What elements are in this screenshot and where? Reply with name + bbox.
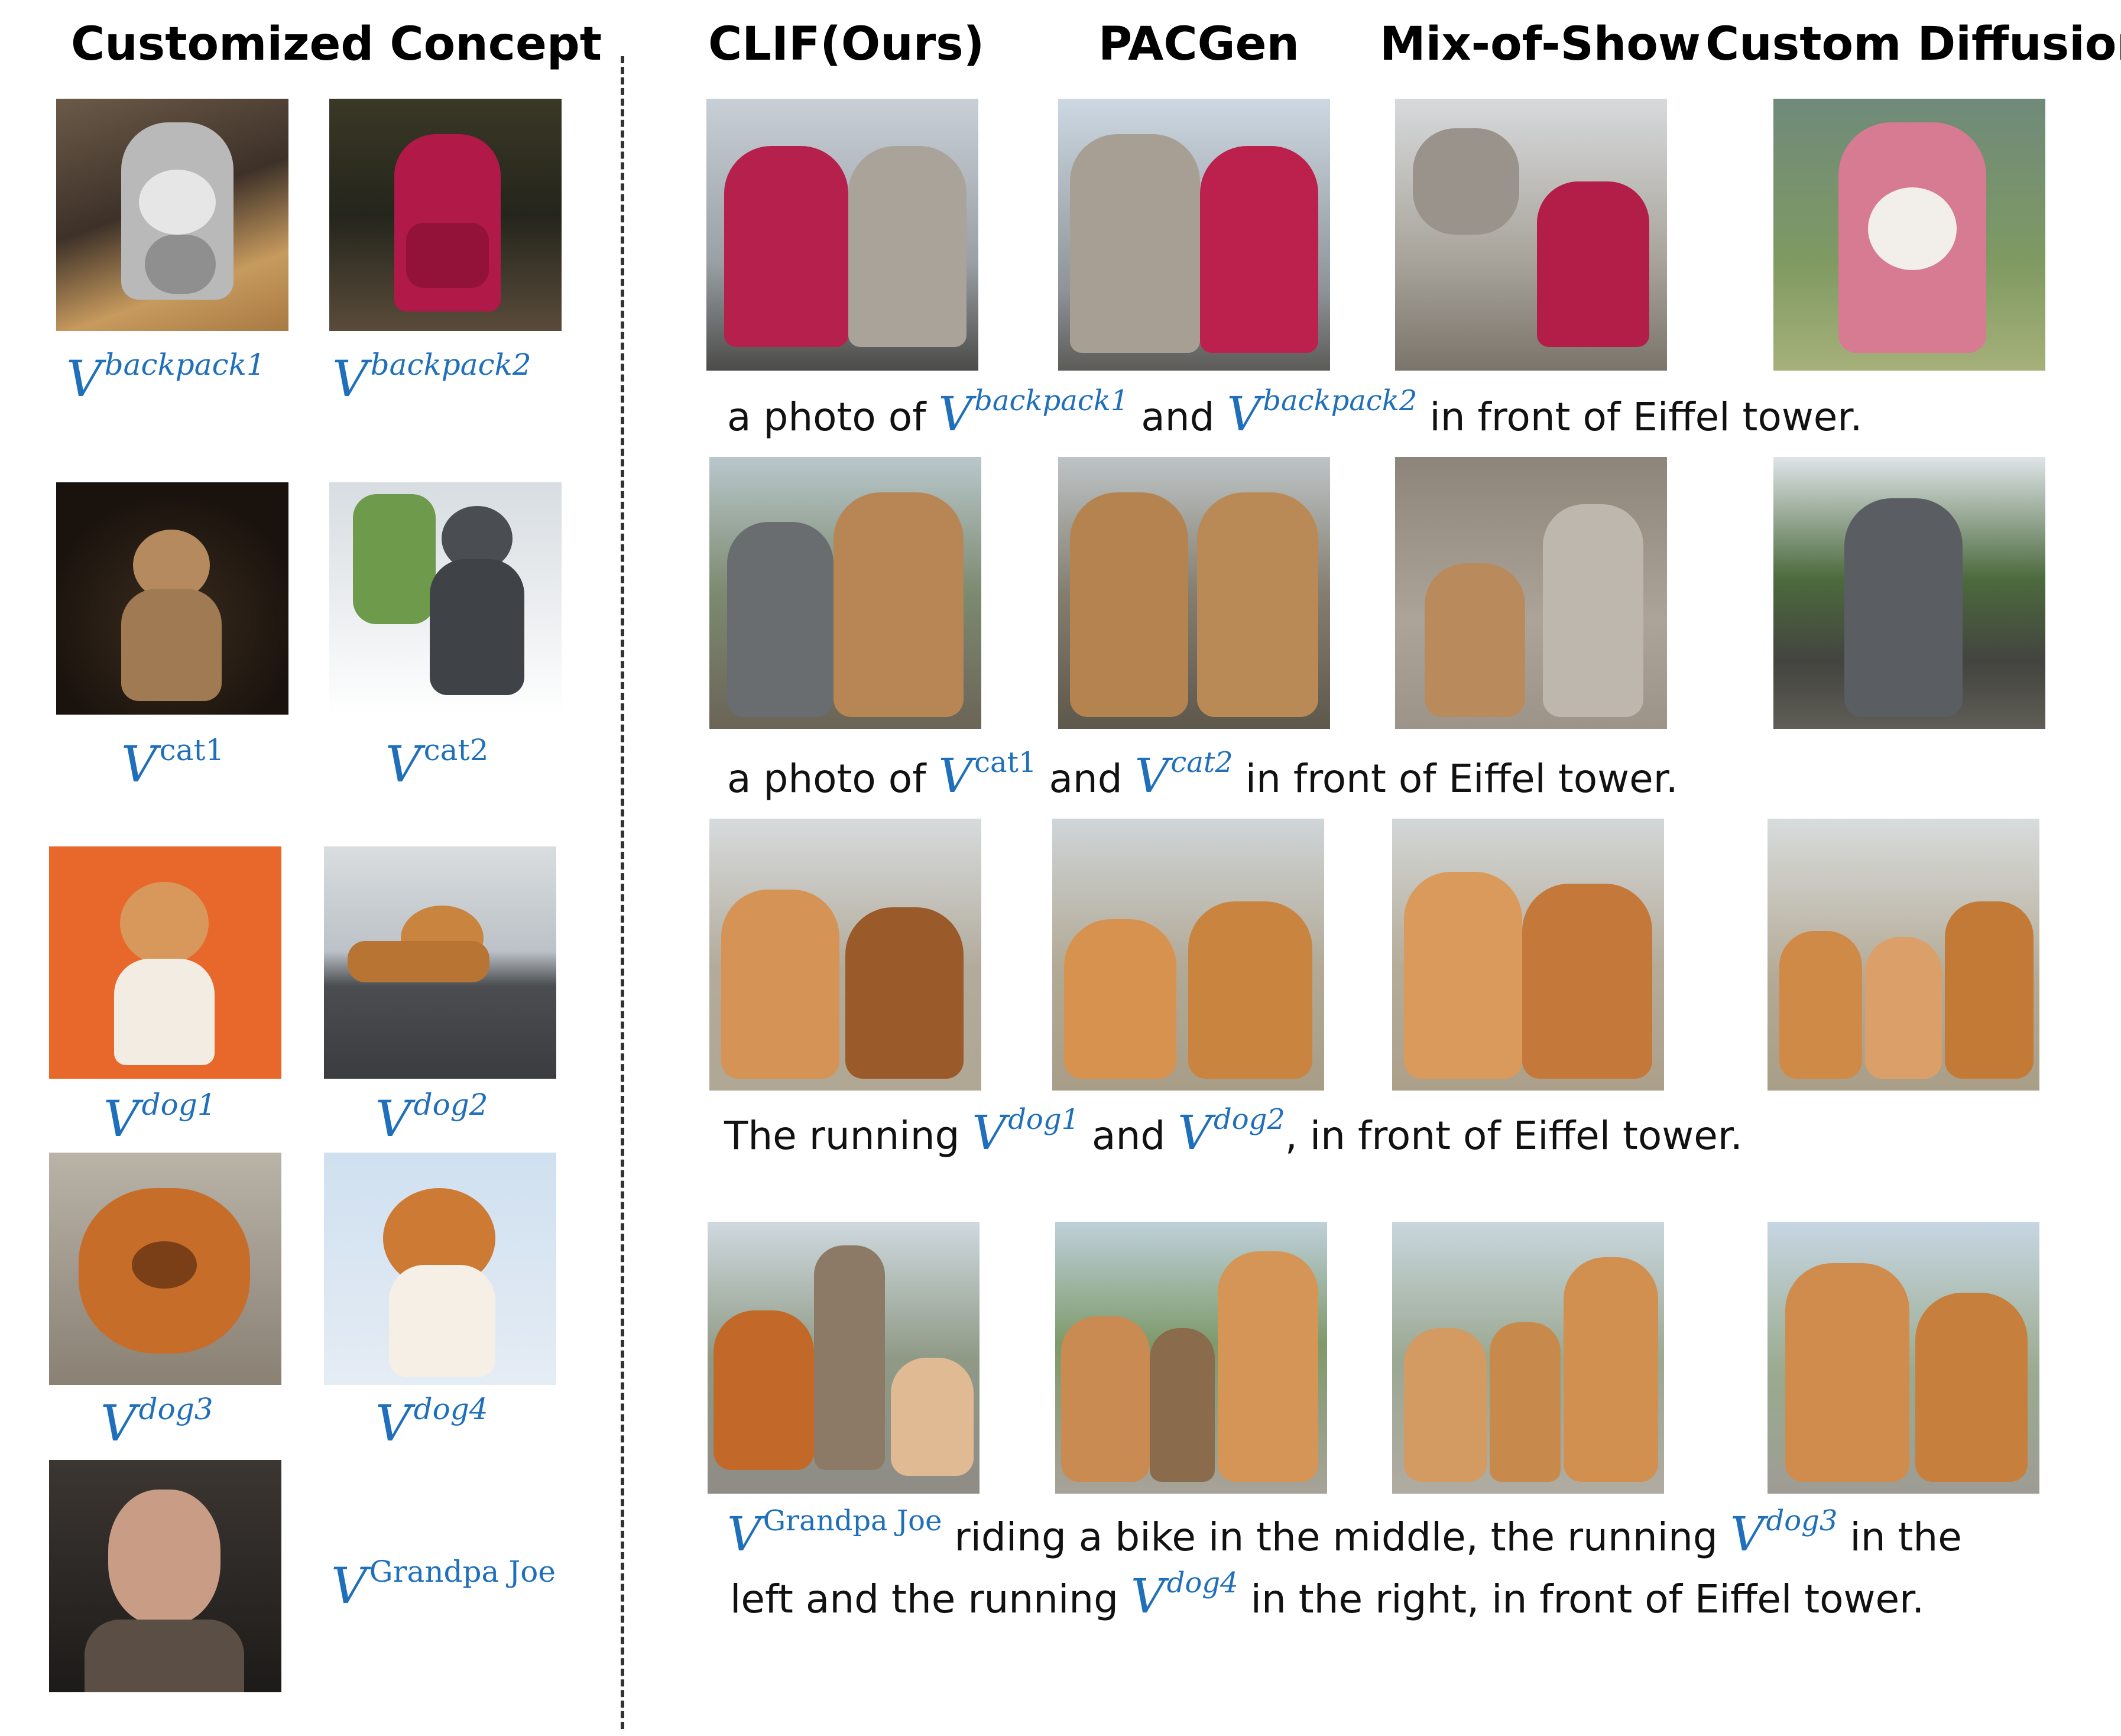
label-v-backpack2: Vbackpack2 [332, 348, 531, 408]
header-mix-of-show: Mix-of-Show [1380, 18, 1701, 71]
concept-dog2-image [324, 846, 556, 1079]
header-custom-diffusion: Custom Diffusion [1705, 18, 2121, 71]
result-row4-custom-diffusion [1768, 1222, 2039, 1494]
result-row1-pacgen [1058, 99, 1330, 371]
column-divider [621, 56, 624, 1729]
concept-dog3-image [49, 1153, 281, 1385]
result-row2-custom-diffusion [1773, 457, 2045, 729]
label-v-cat1: Vcat1 [121, 733, 225, 793]
label-v-dog4: Vdog4 [375, 1392, 488, 1452]
concept-cat2-image [329, 482, 562, 715]
label-v-cat2: Vcat2 [385, 733, 489, 793]
concept-backpack2-image [329, 99, 562, 331]
caption-row2: a photo of Vcat1 and Vcat2 in front of E… [727, 746, 1678, 803]
result-row1-clif [706, 99, 978, 371]
label-v-grandpa-joe: VGrandpa Joe [331, 1555, 556, 1615]
result-row4-pacgen [1055, 1222, 1327, 1494]
result-row1-custom-diffusion [1773, 99, 2045, 371]
result-row4-clif [708, 1222, 980, 1494]
caption-row4-line1: VGrandpa Joe riding a bike in the middle… [727, 1504, 1962, 1562]
label-v-backpack1: Vbackpack1 [66, 348, 265, 408]
header-pacgen: PACGen [1098, 18, 1300, 71]
concept-dog1-image [49, 846, 281, 1079]
result-row2-clif [709, 457, 981, 729]
label-v-dog3: Vdog3 [100, 1392, 213, 1452]
result-row3-clif [709, 819, 981, 1091]
header-customized-concept: Customized Concept [71, 18, 602, 71]
result-row3-pacgen [1052, 819, 1324, 1091]
caption-row3: The running Vdog1 and Vdog2, in front of… [724, 1103, 1743, 1160]
result-row4-mix-of-show [1392, 1222, 1664, 1494]
result-row1-mix-of-show [1395, 99, 1667, 371]
caption-row4-line2: left and the running Vdog4 in the right,… [730, 1566, 1925, 1624]
result-row2-pacgen [1058, 457, 1330, 729]
concept-grandpa-joe-image [49, 1460, 281, 1692]
concept-dog4-image [324, 1153, 556, 1385]
result-row3-mix-of-show [1392, 819, 1664, 1091]
label-v-dog1: Vdog1 [103, 1088, 216, 1148]
result-row3-custom-diffusion [1768, 819, 2039, 1091]
result-row2-mix-of-show [1395, 457, 1667, 729]
header-clif: CLIF(Ours) [708, 18, 985, 71]
concept-backpack1-image [56, 99, 288, 331]
caption-row1: a photo of Vbackpack1 and Vbackpack2 in … [727, 384, 1863, 442]
label-v-dog2: Vdog2 [375, 1088, 488, 1148]
concept-cat1-image [56, 482, 288, 715]
